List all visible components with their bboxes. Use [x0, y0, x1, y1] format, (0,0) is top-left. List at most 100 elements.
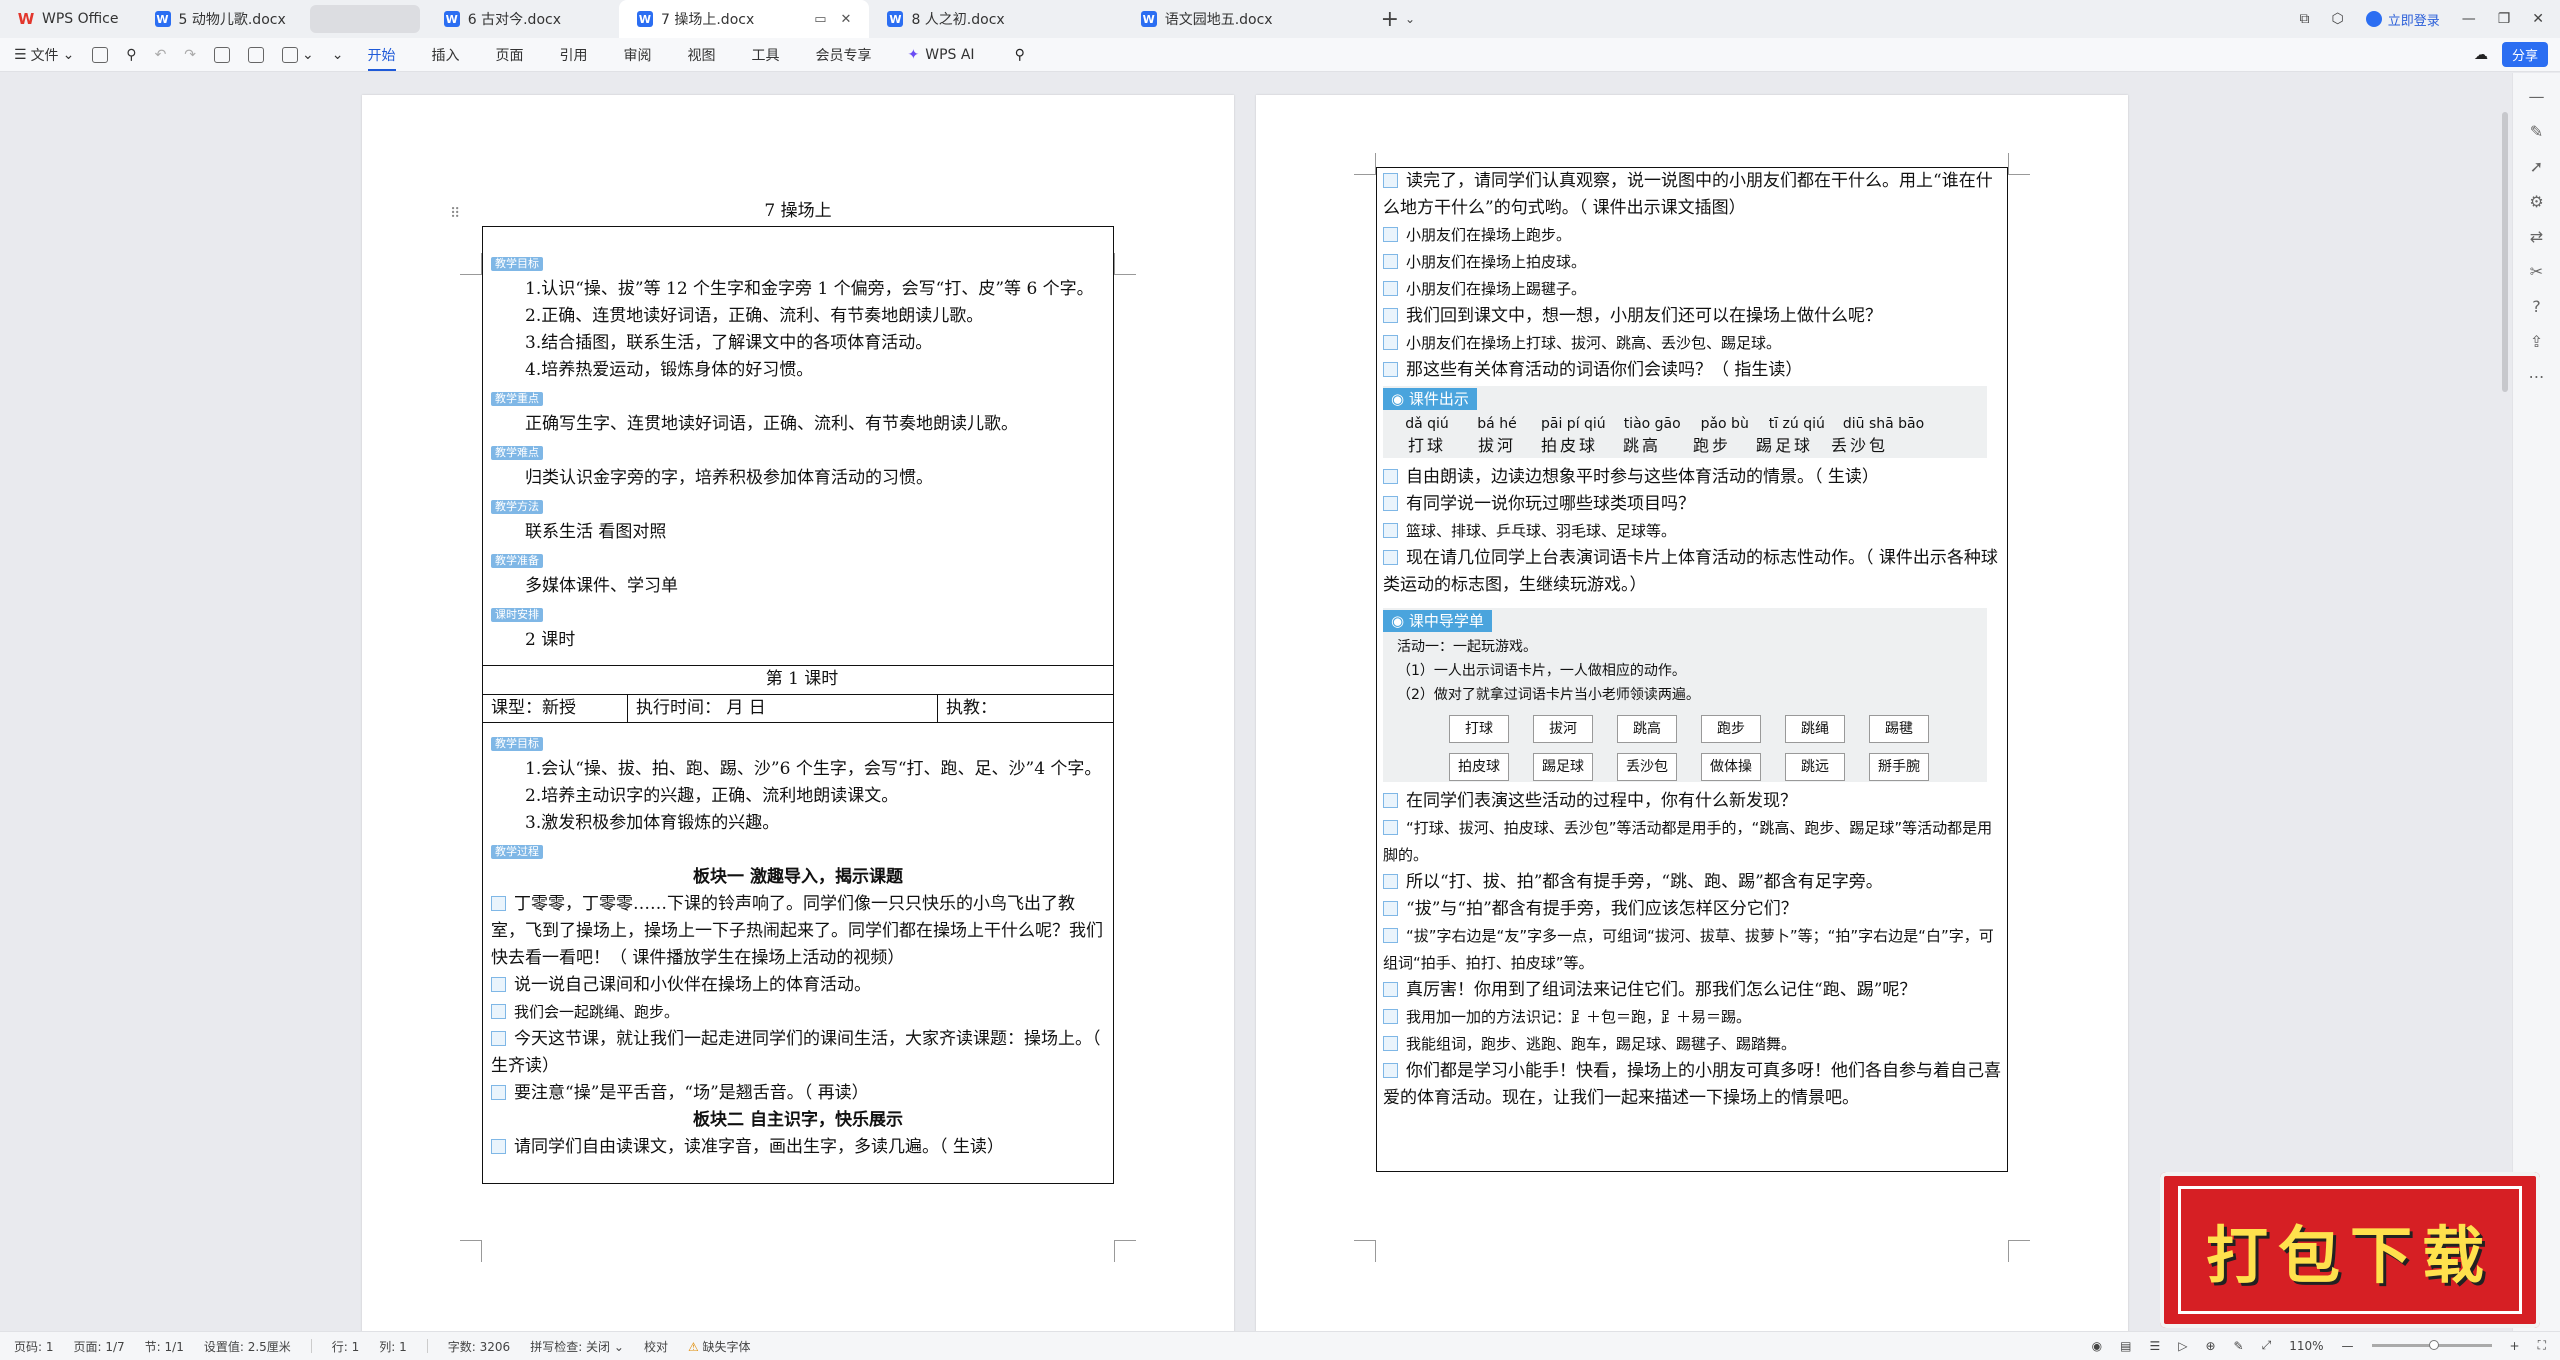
play-icon[interactable]: ▷ [2178, 1339, 2187, 1353]
teacher-icon [491, 1031, 506, 1046]
new-tab-button[interactable]: + ⌄ [1381, 7, 1416, 32]
export-pdf-icon[interactable] [248, 46, 265, 63]
wps-ai-button[interactable]: ✦ WPS AI [908, 47, 975, 63]
document-page-1[interactable]: ⠿ 7 操场上 教学目标 1.认识“操、拔”等 12 个生字和金字旁 1 个偏旁… [362, 95, 1234, 1331]
status-words[interactable]: 字数: 3206 [448, 1338, 510, 1355]
menu-page[interactable]: 页面 [496, 45, 524, 65]
tab-screen-icon[interactable]: ▭ [814, 12, 826, 27]
status-setting[interactable]: 设置值: 2.5厘米 [204, 1338, 291, 1355]
vertical-scrollbar[interactable] [2502, 112, 2508, 392]
menu-review[interactable]: 审阅 [624, 45, 652, 65]
status-pages[interactable]: 页面: 1/7 [74, 1338, 125, 1355]
fit-icon[interactable]: ⤢ [2262, 1338, 2272, 1353]
more-icon[interactable]: ⋯ [2513, 367, 2560, 386]
missing-font-warning[interactable]: ⚠ 缺失字体 [688, 1338, 751, 1355]
cube-icon[interactable]: ⬡ [2331, 11, 2343, 27]
proofread-button[interactable]: 校对 [644, 1338, 668, 1355]
download-stamp-logo: 打包下载 [2160, 1172, 2540, 1328]
zoom-level[interactable]: 110% [2289, 1339, 2323, 1353]
help-icon[interactable]: ? [2513, 297, 2560, 316]
paragraph: 自由朗读，边读边想象平时参与这些体育活动的情景。（ 生读） [1383, 464, 2001, 491]
fullscreen-icon[interactable]: ⛶ [2538, 1338, 2546, 1353]
more-chevron-icon[interactable]: ⌄ [332, 47, 344, 63]
redo-icon[interactable]: ↷ [184, 47, 196, 63]
menu-reference[interactable]: 引用 [560, 45, 588, 65]
zoom-in-icon[interactable]: + [2510, 1339, 2520, 1353]
login-button[interactable]: 立即登录 [2365, 10, 2440, 29]
status-right: ◉ ▤ ☰ ▷ ⊕ ✎ ⤢ 110% — + ⛶ [2092, 1338, 2546, 1353]
menu-tools[interactable]: 工具 [752, 45, 780, 65]
cloud-sync-icon[interactable]: ☁ [2474, 47, 2488, 63]
tab-doc-5[interactable]: W 5 动物儿歌.docx [137, 0, 304, 38]
web-view-icon[interactable]: ⊕ [2205, 1339, 2215, 1353]
goal-line: 2.培养主动识字的兴趣，正确、流利地朗读课文。 [525, 786, 899, 806]
margin-corner [460, 253, 482, 275]
tab-doc-yuwen[interactable]: W 语文园地五.docx [1123, 0, 1291, 38]
collapse-icon[interactable]: — [2513, 87, 2560, 106]
zoom-slider[interactable] [2371, 1340, 2492, 1350]
tab-doc-8[interactable]: W 8 人之初.docx [869, 0, 1022, 38]
tab-doc-6[interactable]: W 6 古对今.docx [426, 0, 579, 38]
status-section[interactable]: 节: 1/1 [145, 1338, 184, 1355]
zoom-knob[interactable] [2429, 1340, 2440, 1350]
tab-blank[interactable] [309, 5, 420, 33]
maximize-icon[interactable]: ❐ [2498, 11, 2511, 27]
outline-view-icon[interactable]: ☰ [2149, 1339, 2160, 1353]
paragraph: 我们回到课文中，想一想，小朋友们还可以在操场上做什么呢？ [1383, 303, 2001, 330]
pinyin: pǎo bù [1700, 416, 1749, 432]
settings-icon[interactable]: ⚙ [2513, 192, 2560, 211]
pen-icon[interactable]: ✎ [2513, 122, 2560, 141]
edit-icon[interactable]: ✎ [2234, 1339, 2244, 1353]
search-doc-icon[interactable]: ⚲ [126, 47, 136, 63]
share-icon[interactable]: ⇪ [2513, 332, 2560, 351]
paragraph: 小朋友们在操场上跑步。 [1383, 222, 2001, 249]
pinyin: dǎ qiú [1405, 416, 1449, 432]
menu-insert[interactable]: 插入 [432, 45, 460, 65]
minimize-icon[interactable]: — [2462, 11, 2476, 27]
spell-check-toggle[interactable]: 拼写检查: 关闭 ⌄ [530, 1338, 624, 1355]
margin-corner [1114, 253, 1136, 275]
lesson-table: 教学目标 1.认识“操、拔”等 12 个生字和金字旁 1 个偏旁，会写“打、皮”… [482, 226, 1114, 1184]
block-heading: 板块二 自主识字，快乐展示 [693, 1110, 903, 1130]
menu-member[interactable]: 会员专享 [816, 45, 872, 65]
badge-key-point: 教学重点 [491, 392, 543, 406]
paragraph: 现在请几位同学上台表演词语卡片上体育活动的标志性动作。（ 课件出示各种球类运动的… [1383, 548, 1998, 595]
paragraph: 小朋友们在操场上拍皮球。 [1383, 249, 2001, 276]
word-card: 踢足球 [1533, 753, 1593, 781]
page-view-icon[interactable]: ▤ [2120, 1339, 2131, 1353]
close-window-icon[interactable]: ✕ [2532, 11, 2544, 27]
status-line[interactable]: 行: 1 [332, 1338, 360, 1355]
file-menu[interactable]: ☰ 文件 ⌄ [14, 45, 74, 65]
lesson-teacher-cell: 执教： [946, 698, 997, 718]
share-button[interactable]: 分享 [2501, 42, 2548, 67]
tab-label: 5 动物儿歌.docx [178, 12, 286, 28]
tab-wps-office[interactable]: W WPS Office [0, 0, 137, 38]
worksheet-card: ◉ 课中导学单 活动一：一起玩游戏。 （1）一人出示词语卡片，一人做相应的动作。… [1383, 608, 1987, 782]
search-icon[interactable]: ⚲ [1015, 47, 1025, 63]
badge-difficulty: 教学难点 [491, 446, 543, 460]
student-icon [1383, 281, 1398, 296]
picture-icon[interactable]: ⌄ [282, 46, 314, 63]
status-page[interactable]: 页码: 1 [14, 1338, 54, 1355]
menu-home[interactable]: 开始 [367, 45, 396, 71]
paragraph: “拔”字右边是“友”字多一点，可组词“拔河、拔草、拔萝卜”等；“拍”字右边是“白… [1383, 927, 1994, 972]
zoom-out-icon[interactable]: — [2342, 1339, 2354, 1353]
status-col[interactable]: 列: 1 [379, 1338, 407, 1355]
tab-doc-7[interactable]: W 7 操场上.docx ▭ ✕ [619, 0, 870, 38]
tab-close-icon[interactable]: ✕ [841, 12, 852, 27]
tools-icon[interactable]: ✂ [2513, 262, 2560, 281]
document-page-2[interactable]: 读完了，请同学们认真观察，说一说图中的小朋友们都在干什么。用上“谁在什么地方干什… [1256, 95, 2128, 1331]
print-icon[interactable] [214, 46, 231, 63]
pinyin: tiào gāo [1623, 416, 1681, 432]
undo-icon[interactable]: ↶ [155, 47, 167, 63]
menu-view[interactable]: 视图 [688, 45, 716, 65]
restore-view-icon[interactable]: ⧉ [2299, 11, 2309, 27]
paragraph: 丁零零，丁零零……下课的铃声响了。同学们像一只只快乐的小鸟飞出了教室，飞到了操场… [491, 894, 1103, 968]
translate-icon[interactable]: ⇄ [2513, 227, 2560, 246]
eye-protect-icon[interactable]: ◉ [2092, 1339, 2102, 1353]
cursor-icon[interactable]: ➚ [2513, 157, 2560, 176]
doc-icon: W [637, 11, 653, 27]
save-icon[interactable] [92, 46, 109, 63]
word: 踢足球 [1756, 436, 1814, 455]
word-card: 丢沙包 [1617, 753, 1677, 781]
